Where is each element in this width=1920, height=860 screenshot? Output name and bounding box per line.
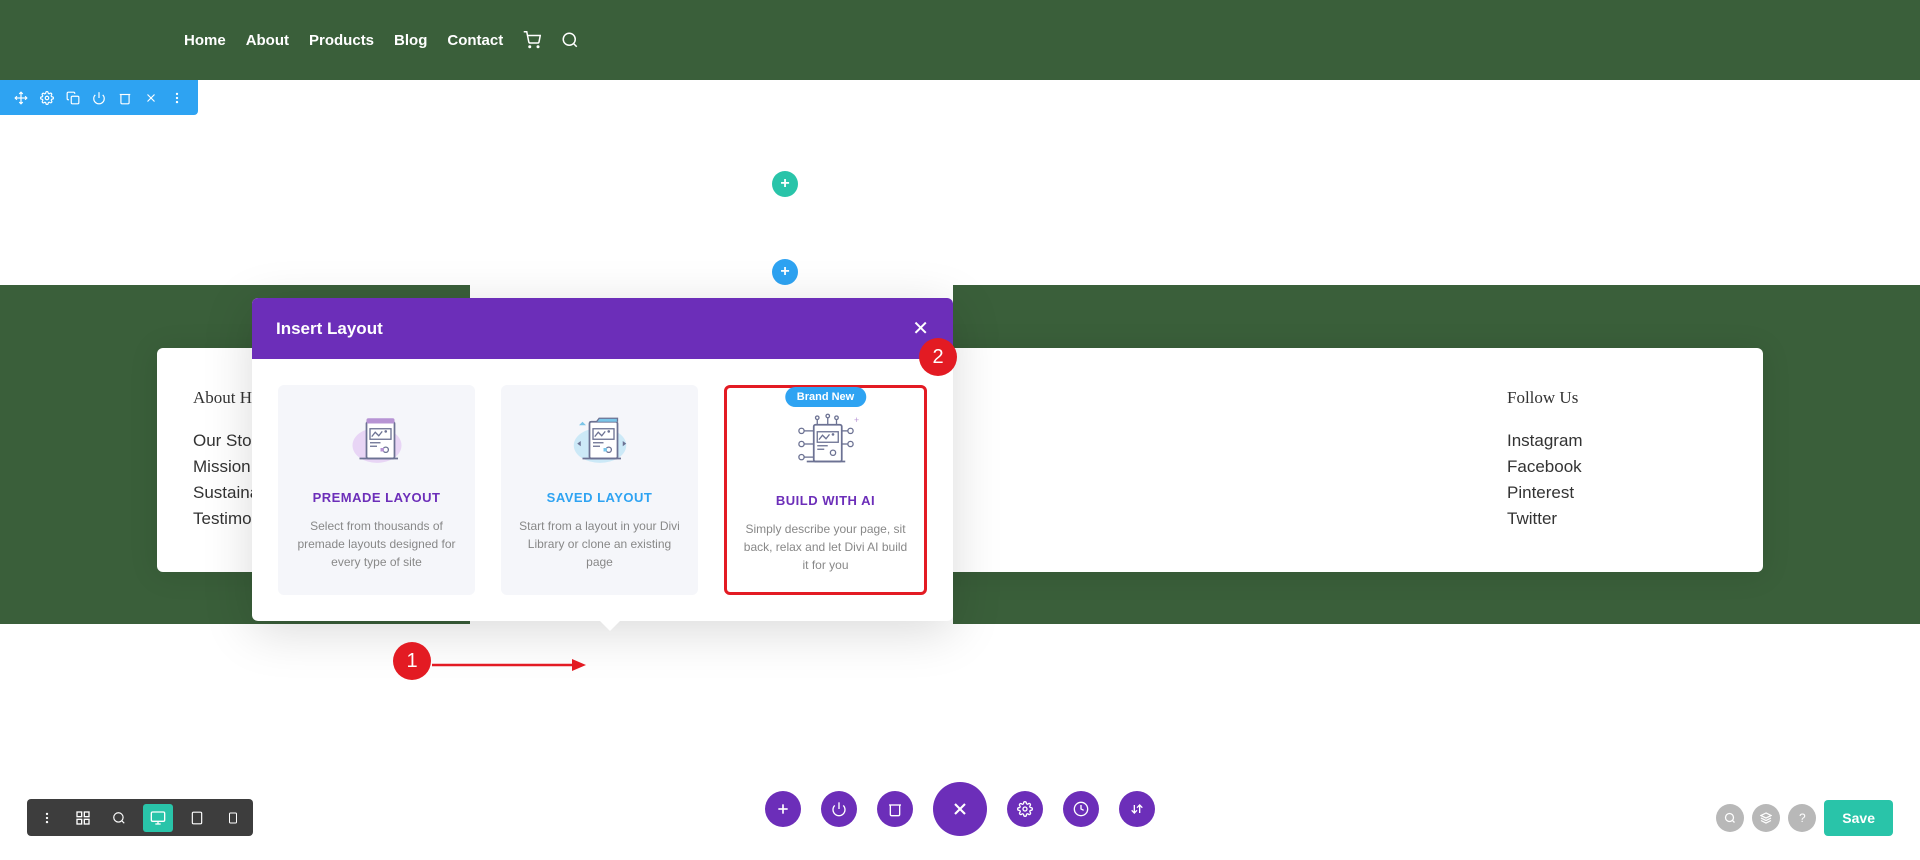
history-button[interactable] bbox=[1063, 791, 1099, 827]
nav-blog[interactable]: Blog bbox=[394, 32, 427, 49]
saved-layout-title: SAVED LAYOUT bbox=[517, 490, 682, 505]
modal-close-icon[interactable]: ✕ bbox=[912, 316, 929, 341]
settings-button[interactable] bbox=[1007, 791, 1043, 827]
footer-link[interactable]: Twitter bbox=[1507, 506, 1727, 532]
tablet-icon[interactable] bbox=[185, 806, 209, 830]
build-with-ai-card[interactable]: Brand New + BUILD WITH AI Simply describ… bbox=[724, 385, 927, 595]
trash-icon[interactable] bbox=[116, 89, 134, 107]
premade-layout-card[interactable]: PREMADE LAYOUT Select from thousands of … bbox=[278, 385, 475, 595]
saved-layout-icon bbox=[517, 403, 682, 478]
close-icon[interactable] bbox=[142, 89, 160, 107]
svg-text:+: + bbox=[854, 415, 859, 425]
nav-home[interactable]: Home bbox=[184, 32, 226, 49]
zoom-icon[interactable] bbox=[107, 806, 131, 830]
duplicate-icon[interactable] bbox=[64, 89, 82, 107]
saved-layout-card[interactable]: SAVED LAYOUT Start from a layout in your… bbox=[501, 385, 698, 595]
sort-button[interactable] bbox=[1119, 791, 1155, 827]
add-section-button[interactable]: + bbox=[772, 171, 798, 197]
nav-about[interactable]: About bbox=[246, 32, 289, 49]
footer-link[interactable]: Facebook bbox=[1507, 454, 1727, 480]
wireframe-icon[interactable] bbox=[71, 806, 95, 830]
footer-follow-title: Follow Us bbox=[1507, 388, 1727, 408]
premade-layout-icon bbox=[294, 403, 459, 478]
insert-layout-modal: Insert Layout ✕ PREMADE LAYOUT Select fr… bbox=[252, 298, 953, 621]
site-header: Home About Products Blog Contact bbox=[0, 0, 1920, 80]
help-icon[interactable]: ? bbox=[1788, 804, 1816, 832]
footer-follow-col: Follow Us Instagram Facebook Pinterest T… bbox=[1507, 388, 1727, 532]
ai-layout-desc: Simply describe your page, sit back, rel… bbox=[743, 520, 908, 574]
more-vertical-icon[interactable] bbox=[35, 806, 59, 830]
nav-products[interactable]: Products bbox=[309, 32, 374, 49]
brand-new-badge: Brand New bbox=[785, 387, 866, 407]
trash-button[interactable] bbox=[877, 791, 913, 827]
add-row-button[interactable]: + bbox=[772, 259, 798, 285]
ai-layout-icon: + bbox=[743, 406, 908, 481]
main-nav: Home About Products Blog Contact bbox=[184, 31, 579, 49]
search-small-icon[interactable] bbox=[1716, 804, 1744, 832]
modal-arrow bbox=[600, 621, 620, 631]
view-toolbar bbox=[27, 799, 253, 836]
annotation-1: 1 bbox=[393, 642, 431, 680]
power-button[interactable] bbox=[821, 791, 857, 827]
power-icon[interactable] bbox=[90, 89, 108, 107]
move-icon[interactable] bbox=[12, 89, 30, 107]
modal-title: Insert Layout bbox=[276, 319, 383, 339]
gear-icon[interactable] bbox=[38, 89, 56, 107]
desktop-icon[interactable] bbox=[143, 804, 173, 832]
section-toolbar bbox=[0, 80, 198, 115]
phone-icon[interactable] bbox=[221, 806, 245, 830]
search-icon[interactable] bbox=[561, 31, 579, 49]
close-builder-button[interactable] bbox=[933, 782, 987, 836]
annotation-arrow bbox=[432, 658, 587, 672]
cart-icon[interactable] bbox=[523, 31, 541, 49]
saved-layout-desc: Start from a layout in your Divi Library… bbox=[517, 517, 682, 571]
modal-header: Insert Layout ✕ bbox=[252, 298, 953, 359]
premade-layout-title: PREMADE LAYOUT bbox=[294, 490, 459, 505]
save-button[interactable]: Save bbox=[1824, 800, 1893, 836]
footer-link[interactable]: Pinterest bbox=[1507, 480, 1727, 506]
builder-actions bbox=[765, 782, 1155, 836]
layers-icon[interactable] bbox=[1752, 804, 1780, 832]
premade-layout-desc: Select from thousands of premade layouts… bbox=[294, 517, 459, 571]
annotation-2: 2 bbox=[919, 338, 957, 376]
add-button[interactable] bbox=[765, 791, 801, 827]
bottom-right-actions: ? Save bbox=[1716, 800, 1893, 836]
modal-body: PREMADE LAYOUT Select from thousands of … bbox=[252, 359, 953, 621]
ai-layout-title: BUILD WITH AI bbox=[743, 493, 908, 508]
footer-link[interactable]: Instagram bbox=[1507, 428, 1727, 454]
nav-contact[interactable]: Contact bbox=[447, 32, 503, 49]
more-icon[interactable] bbox=[168, 89, 186, 107]
